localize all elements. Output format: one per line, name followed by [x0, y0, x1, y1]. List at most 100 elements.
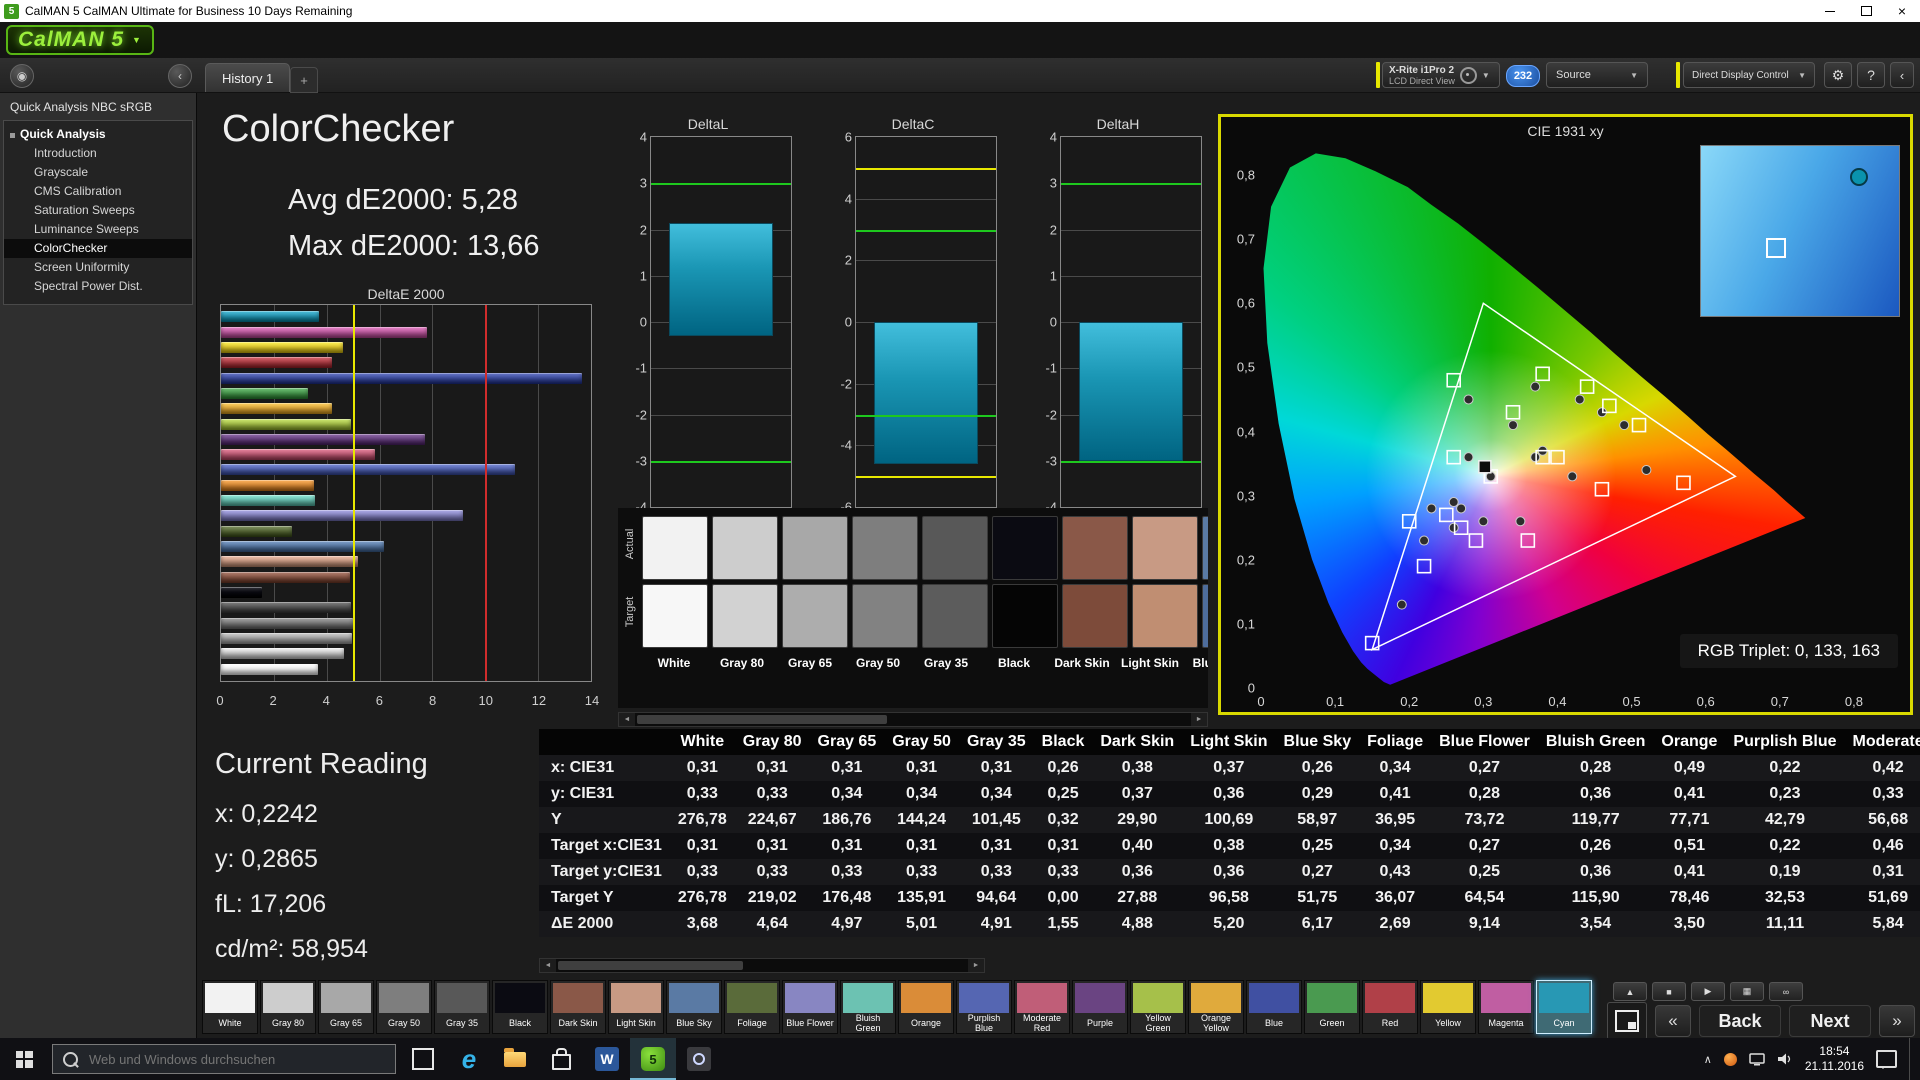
- calman-taskbar-button[interactable]: 5: [630, 1038, 676, 1080]
- loop-button[interactable]: ∞: [1769, 982, 1803, 1001]
- back-chevron-button[interactable]: «: [1655, 1005, 1691, 1037]
- notification-icon[interactable]: [1876, 1050, 1897, 1068]
- next-button[interactable]: Next: [1789, 1005, 1871, 1037]
- next-chevron-button[interactable]: »: [1879, 1005, 1915, 1037]
- sidebar-item-spectral-power-dist[interactable]: Spectral Power Dist.: [4, 277, 192, 296]
- display-control-selector[interactable]: Direct Display Control ▼: [1683, 62, 1815, 88]
- patch-button-orange-yellow[interactable]: Orange Yellow: [1188, 980, 1244, 1034]
- patch-button-purplish-blue[interactable]: Purplish Blue: [956, 980, 1012, 1034]
- patch-button-gray-50[interactable]: Gray 50: [376, 980, 432, 1034]
- scroll-right-button[interactable]: ►: [968, 959, 984, 972]
- delta-l-plot-area: 43210-1-2-3-4: [650, 136, 792, 508]
- patch-button-red[interactable]: Red: [1362, 980, 1418, 1034]
- patch-button-cyan[interactable]: Cyan: [1536, 980, 1592, 1034]
- patch-button-bluish-green[interactable]: Bluish Green: [840, 980, 896, 1034]
- stop-button[interactable]: ■: [1652, 982, 1686, 1001]
- sidebar-item-luminance-sweeps[interactable]: Luminance Sweeps: [4, 220, 192, 239]
- layout-button[interactable]: [1607, 1002, 1647, 1040]
- play-button[interactable]: ▶: [1691, 982, 1725, 1001]
- column-header-blue-sky: Blue Sky: [1276, 729, 1360, 755]
- patch-button-gray-65[interactable]: Gray 65: [318, 980, 374, 1034]
- patch-button-blue[interactable]: Blue: [1246, 980, 1302, 1034]
- cell-target-y-cie31-black: 0,33: [1034, 859, 1093, 885]
- tray-app-icon[interactable]: [1724, 1053, 1737, 1066]
- patch-button-blue-sky[interactable]: Blue Sky: [666, 980, 722, 1034]
- meter-target-button[interactable]: ◉: [10, 64, 34, 88]
- scrollbar-thumb[interactable]: [637, 715, 887, 724]
- patch-button-green[interactable]: Green: [1304, 980, 1360, 1034]
- maximize-button[interactable]: [1848, 0, 1884, 22]
- start-button[interactable]: [0, 1038, 48, 1080]
- show-desktop-button[interactable]: [1909, 1038, 1916, 1080]
- patch-button-yellow[interactable]: Yellow: [1420, 980, 1476, 1034]
- patch-button-moderate-red[interactable]: Moderate Red: [1014, 980, 1070, 1034]
- row-label-x-cie31: x: CIE31: [539, 755, 670, 781]
- task-view-button[interactable]: [400, 1038, 446, 1080]
- app-taskbar-button[interactable]: [676, 1038, 722, 1080]
- sidebar-item-screen-uniformity[interactable]: Screen Uniformity: [4, 258, 192, 277]
- file-explorer-button[interactable]: [492, 1038, 538, 1080]
- scrollbar-thumb[interactable]: [558, 961, 743, 970]
- scrollbar-track[interactable]: [635, 713, 1191, 726]
- sidebar-collapse-button[interactable]: ‹: [168, 64, 192, 88]
- measured-marker-3: [1531, 453, 1540, 462]
- edge-taskbar-button[interactable]: e: [446, 1038, 492, 1080]
- back-button[interactable]: Back: [1699, 1005, 1781, 1037]
- calman-logo[interactable]: CalMAN 5 ▼: [6, 25, 154, 55]
- patch-button-gray-35[interactable]: Gray 35: [434, 980, 490, 1034]
- gridline-y-2: [1061, 230, 1201, 231]
- sidebar-item-grayscale[interactable]: Grayscale: [4, 163, 192, 182]
- eject-button[interactable]: ▲: [1613, 982, 1647, 1001]
- cell-e-2000-black: 1,55: [1034, 911, 1093, 937]
- volume-icon[interactable]: [1777, 1052, 1793, 1066]
- sidebar-item-introduction[interactable]: Introduction: [4, 144, 192, 163]
- settings-button[interactable]: ⚙: [1824, 62, 1852, 88]
- network-icon[interactable]: [1749, 1052, 1765, 1066]
- sidebar-item-colorchecker[interactable]: ColorChecker: [4, 239, 192, 258]
- close-button[interactable]: ×: [1884, 0, 1920, 22]
- word-button[interactable]: W: [584, 1038, 630, 1080]
- measured-marker-16: [1642, 466, 1651, 475]
- patch-button-light-skin[interactable]: Light Skin: [608, 980, 664, 1034]
- patch-button-magenta[interactable]: Magenta: [1478, 980, 1534, 1034]
- clock[interactable]: 18:54 21.11.2016: [1805, 1044, 1864, 1074]
- patch-label-purple: Purple: [1073, 1013, 1127, 1033]
- source-selector[interactable]: Source ▼: [1546, 62, 1648, 88]
- patch-label-blue-sky: Blue Sky: [667, 1013, 721, 1033]
- sidebar-item-cms-calibration[interactable]: CMS Calibration: [4, 182, 192, 201]
- meter-selector[interactable]: X-Rite i1Pro 2 LCD Direct View ▼: [1382, 62, 1500, 88]
- tree-root-quick-analysis[interactable]: Quick Analysis: [4, 125, 192, 144]
- patch-button-dark-skin[interactable]: Dark Skin: [550, 980, 606, 1034]
- patch-button-purple[interactable]: Purple: [1072, 980, 1128, 1034]
- store-button[interactable]: [538, 1038, 584, 1080]
- patch-button-white[interactable]: White: [202, 980, 258, 1034]
- cell-target-y-white: 276,78: [670, 885, 735, 911]
- patch-button-orange[interactable]: Orange: [898, 980, 954, 1034]
- table-scrollbar[interactable]: ◄ ►: [539, 958, 985, 973]
- taskbar-search[interactable]: [52, 1044, 396, 1074]
- swatch-grid-scrollbar[interactable]: ◄ ►: [618, 712, 1208, 727]
- cie-y-label-4: 0,4: [1229, 424, 1255, 439]
- patch-button-black[interactable]: Black: [492, 980, 548, 1034]
- search-input[interactable]: [87, 1051, 385, 1068]
- patch-label-gray-35: Gray 35: [435, 1013, 489, 1033]
- cell-x-cie31-dark-skin: 0,38: [1092, 755, 1182, 781]
- minimize-button[interactable]: [1812, 0, 1848, 22]
- patch-button-foliage[interactable]: Foliage: [724, 980, 780, 1034]
- patch-button-yellow-green[interactable]: Yellow Green: [1130, 980, 1186, 1034]
- help-button[interactable]: ?: [1857, 62, 1885, 88]
- scrollbar-track[interactable]: [556, 959, 968, 972]
- scroll-right-button[interactable]: ►: [1191, 713, 1207, 726]
- patch-button-blue-flower[interactable]: Blue Flower: [782, 980, 838, 1034]
- scroll-left-button[interactable]: ◄: [540, 959, 556, 972]
- pattern-button[interactable]: ▦: [1730, 982, 1764, 1001]
- measured-marker-10: [1568, 472, 1577, 481]
- sidebar-item-saturation-sweeps[interactable]: Saturation Sweeps: [4, 201, 192, 220]
- panel-collapse-button[interactable]: ‹: [1890, 62, 1914, 88]
- scroll-left-button[interactable]: ◄: [619, 713, 635, 726]
- meter-profile-badge[interactable]: 232: [1506, 65, 1540, 87]
- tray-expand-icon[interactable]: ∧: [1704, 1053, 1712, 1066]
- tab-history-1[interactable]: History 1: [205, 63, 290, 92]
- patch-button-gray-80[interactable]: Gray 80: [260, 980, 316, 1034]
- add-tab-button[interactable]: +: [290, 67, 318, 93]
